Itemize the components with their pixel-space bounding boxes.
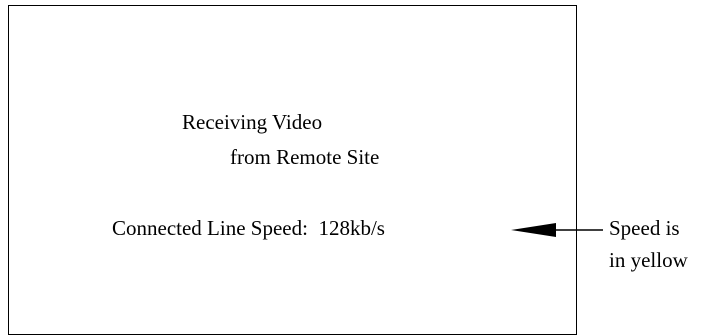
label-value-gap: [308, 216, 319, 240]
speed-note-line1: Speed is: [609, 216, 680, 240]
line-speed-label: Connected Line Speed:: [112, 216, 308, 240]
line-speed-value: 128kb/s: [318, 216, 385, 240]
speed-note-line2: in yellow: [609, 248, 688, 272]
remote-site-text: from Remote Site: [230, 145, 380, 169]
receiving-video-text: Receiving Video: [182, 110, 323, 134]
video-screen-frame: [8, 5, 577, 335]
line-speed-row: Connected Line Speed: 128kb/s: [112, 216, 385, 240]
